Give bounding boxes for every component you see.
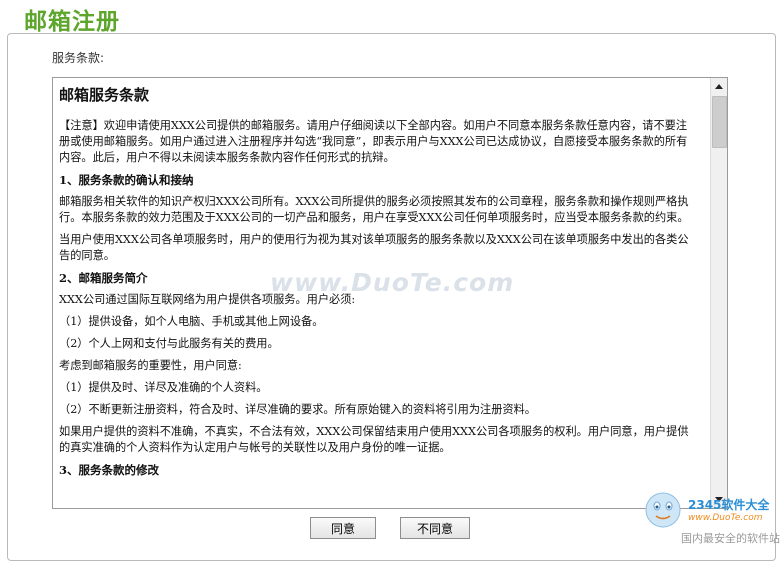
- disagree-button[interactable]: 不同意: [400, 517, 470, 539]
- section-2-paragraph-3: 如果用户提供的资料不准确，不真实，不合法有效，XXX公司保留结束用户使用XXX公…: [59, 425, 689, 454]
- arrow-up-icon: [715, 84, 723, 89]
- agree-button[interactable]: 同意: [310, 517, 376, 539]
- section-2-paragraph-1: XXX公司通过国际互联网络为用户提供各项服务。用户必须:: [59, 293, 356, 306]
- terms-intro: 【注意】欢迎申请使用XXX公司提供的邮箱服务。请用户仔细阅读以下全部内容。如用户…: [59, 119, 688, 164]
- scroll-thumb[interactable]: [712, 96, 727, 148]
- terms-heading: 邮箱服务条款: [59, 86, 150, 104]
- arrow-down-icon: [715, 497, 723, 502]
- registration-panel: 服务条款: 邮箱服务条款 【注意】欢迎申请使用XXX公司提供的邮箱服务。请用户仔…: [7, 33, 776, 561]
- terms-textbox[interactable]: 邮箱服务条款 【注意】欢迎申请使用XXX公司提供的邮箱服务。请用户仔细阅读以下全…: [52, 77, 728, 509]
- vertical-scrollbar[interactable]: [710, 78, 727, 508]
- section-2-title: 2、邮箱服务简介: [59, 271, 148, 285]
- section-2-paragraph-2: 考虑到邮箱服务的重要性，用户同意:: [59, 359, 242, 372]
- page-title: 邮箱注册: [24, 9, 120, 35]
- scroll-up-button[interactable]: [711, 78, 727, 95]
- section-3-title: 3、服务条款的修改: [59, 463, 160, 477]
- section-2-list-item-1: （1）提供设备，如个人电脑、手机或其他上网设备。: [59, 315, 324, 328]
- section-2-list-item-4: （2）不断更新注册资料，符合及时、详尽准确的要求。所有原始键入的资料将引用为注册…: [59, 403, 536, 416]
- section-2-list-item-3: （1）提供及时、详尽及准确的个人资料。: [59, 381, 268, 394]
- section-1-title: 1、服务条款的确认和接纳: [59, 173, 194, 187]
- scroll-down-button[interactable]: [711, 491, 727, 508]
- section-2-list-item-2: （2）个人上网和支付与此服务有关的费用。: [59, 337, 279, 350]
- section-1-paragraph-2: 当用户使用XXX公司各单项服务时，用户的使用行为视为其对该单项服务的服务条款以及…: [59, 233, 689, 262]
- terms-content: 邮箱服务条款 【注意】欢迎申请使用XXX公司提供的邮箱服务。请用户仔细阅读以下全…: [53, 78, 701, 508]
- section-1-paragraph-1: 邮箱服务相关软件的知识产权归XXX公司所有。XXX公司所提供的服务必须按照其发布…: [59, 195, 689, 224]
- terms-section-label: 服务条款:: [52, 51, 105, 65]
